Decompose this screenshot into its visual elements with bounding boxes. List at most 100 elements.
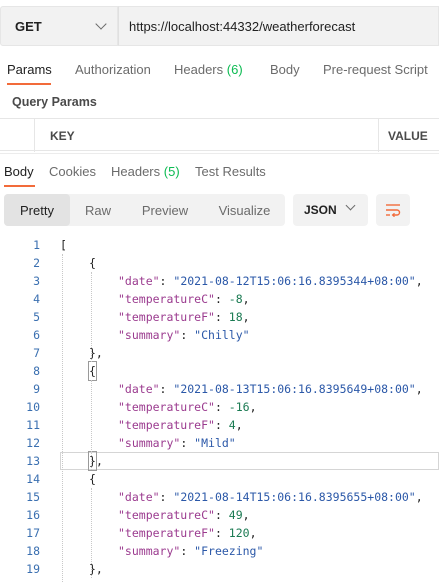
json-string: "Chilly" xyxy=(194,328,250,342)
json-punctuation: , xyxy=(242,508,250,522)
json-string: "Freezing" xyxy=(194,544,264,558)
json-key: "temperatureF" xyxy=(118,310,215,324)
json-punctuation: , xyxy=(415,490,423,504)
indent-guide xyxy=(91,380,92,470)
json-punctuation: , xyxy=(415,274,423,288)
method-select[interactable]: GET xyxy=(0,6,118,46)
json-punctuation: , xyxy=(95,454,103,468)
line-number: 17 xyxy=(26,526,40,540)
tab-authorization[interactable]: Authorization xyxy=(75,62,151,77)
json-punctuation: , xyxy=(242,292,250,306)
column-header-key: KEY xyxy=(34,119,378,152)
line-number: 2 xyxy=(33,256,40,270)
code-line: 17 "temperatureF": 120, xyxy=(0,524,439,542)
line-number: 1 xyxy=(33,238,40,252)
format-select[interactable]: JSON xyxy=(293,194,368,226)
query-params-table: KEY VALUE xyxy=(0,118,439,152)
view-mode-pretty[interactable]: Pretty xyxy=(4,194,70,226)
view-mode-visualize[interactable]: Visualize xyxy=(204,194,285,226)
code-text: "summary": "Freezing" xyxy=(118,542,263,560)
response-tabs: Body Cookies Headers (5) Test Results xyxy=(0,160,439,188)
tab-headers[interactable]: Headers (6) xyxy=(174,62,243,77)
json-punctuation: [ xyxy=(60,238,67,252)
code-line: 4 "temperatureC": -8, xyxy=(0,290,439,308)
code-line: 13}, xyxy=(0,451,439,471)
indent-guide xyxy=(91,272,92,362)
tab-count: (6) xyxy=(226,62,243,77)
tab-body[interactable]: Body xyxy=(270,62,300,77)
view-mode-raw[interactable]: Raw xyxy=(70,194,126,226)
json-punctuation: : xyxy=(214,508,229,522)
tab-label: Authorization xyxy=(75,62,151,77)
view-mode-preview[interactable]: Preview xyxy=(126,194,204,226)
tab-response-body[interactable]: Body xyxy=(4,164,34,179)
code-text: { xyxy=(88,361,97,381)
line-number: 4 xyxy=(33,292,40,306)
code-text: "temperatureC": -16, xyxy=(118,398,257,416)
wrap-lines-icon xyxy=(386,204,401,217)
code-text: { xyxy=(89,470,96,488)
tab-label: Body xyxy=(270,62,300,77)
line-number: 13 xyxy=(26,454,40,468)
chevron-down-icon xyxy=(95,18,107,30)
tab-response-headers[interactable]: Headers (5) xyxy=(111,164,180,179)
tab-pre-request-script[interactable]: Pre-request Script xyxy=(323,62,428,77)
tab-label: Body xyxy=(4,164,34,179)
line-number: 15 xyxy=(26,490,40,504)
code-line: 8{ xyxy=(0,361,439,381)
json-punctuation: { xyxy=(89,256,96,270)
code-line: 19}, xyxy=(0,560,439,578)
code-line: 3 "date": "2021-08-12T15:06:16.8395344+08… xyxy=(0,272,439,290)
json-punctuation: : xyxy=(214,400,229,414)
code-text: "temperatureF": 120, xyxy=(118,524,257,542)
json-punctuation: : xyxy=(180,328,195,342)
tab-label: Params xyxy=(7,62,52,77)
json-punctuation: , xyxy=(415,382,423,396)
query-params-title: Query Params xyxy=(12,95,97,109)
code-text: "temperatureC": 49, xyxy=(118,506,250,524)
code-text: [ xyxy=(60,236,67,254)
response-body-code[interactable]: 1[2{3 "date": "2021-08-12T15:06:16.839534… xyxy=(0,236,439,582)
checkbox-column xyxy=(0,119,34,152)
line-number: 12 xyxy=(26,436,40,450)
json-punctuation: : xyxy=(159,382,174,396)
json-punctuation: , xyxy=(249,526,257,540)
code-text: "date": "2021-08-12T15:06:16.8395344+08:… xyxy=(118,272,423,290)
json-string: "2021-08-12T15:06:16.8395344+08:00" xyxy=(173,274,416,288)
json-punctuation: , xyxy=(235,418,243,432)
json-number: 49 xyxy=(228,508,243,522)
tab-cookies[interactable]: Cookies xyxy=(49,164,96,179)
indent-guide xyxy=(91,488,92,578)
json-key: "date" xyxy=(118,382,160,396)
url-input[interactable]: https://localhost:44332/weatherforecast xyxy=(118,6,439,46)
json-key: "summary" xyxy=(118,436,181,450)
line-number: 11 xyxy=(26,418,40,432)
json-key: "date" xyxy=(118,490,160,504)
line-number: 7 xyxy=(33,346,40,360)
line-number: 10 xyxy=(26,400,40,414)
json-string: "Mild" xyxy=(194,436,236,450)
json-key: "temperatureC" xyxy=(118,508,215,522)
wrap-lines-button[interactable] xyxy=(376,194,410,226)
request-bar: GET https://localhost:44332/weatherforec… xyxy=(0,6,439,46)
tab-params[interactable]: Params xyxy=(7,62,52,77)
json-number: -8 xyxy=(228,292,243,306)
line-number: 16 xyxy=(26,508,40,522)
method-label: GET xyxy=(15,18,42,34)
code-line: 9 "date": "2021-08-13T15:06:16.8395649+08… xyxy=(0,380,439,398)
json-punctuation: , xyxy=(249,400,257,414)
code-text: "temperatureC": -8, xyxy=(118,290,250,308)
json-key: "summary" xyxy=(118,544,181,558)
response-toolbar: Pretty Raw Preview Visualize JSON xyxy=(0,194,439,228)
tab-count: (5) xyxy=(163,164,180,179)
code-line: 7}, xyxy=(0,344,439,362)
code-text: "date": "2021-08-14T15:06:16.8395655+08:… xyxy=(118,488,423,506)
line-number: 6 xyxy=(33,328,40,342)
line-number: 3 xyxy=(33,274,40,288)
code-line: 2{ xyxy=(0,254,439,272)
tab-test-results[interactable]: Test Results xyxy=(195,164,266,179)
indent-guide xyxy=(62,254,63,582)
line-number: 5 xyxy=(33,310,40,324)
json-punctuation: { xyxy=(89,472,96,486)
divider xyxy=(0,153,439,154)
